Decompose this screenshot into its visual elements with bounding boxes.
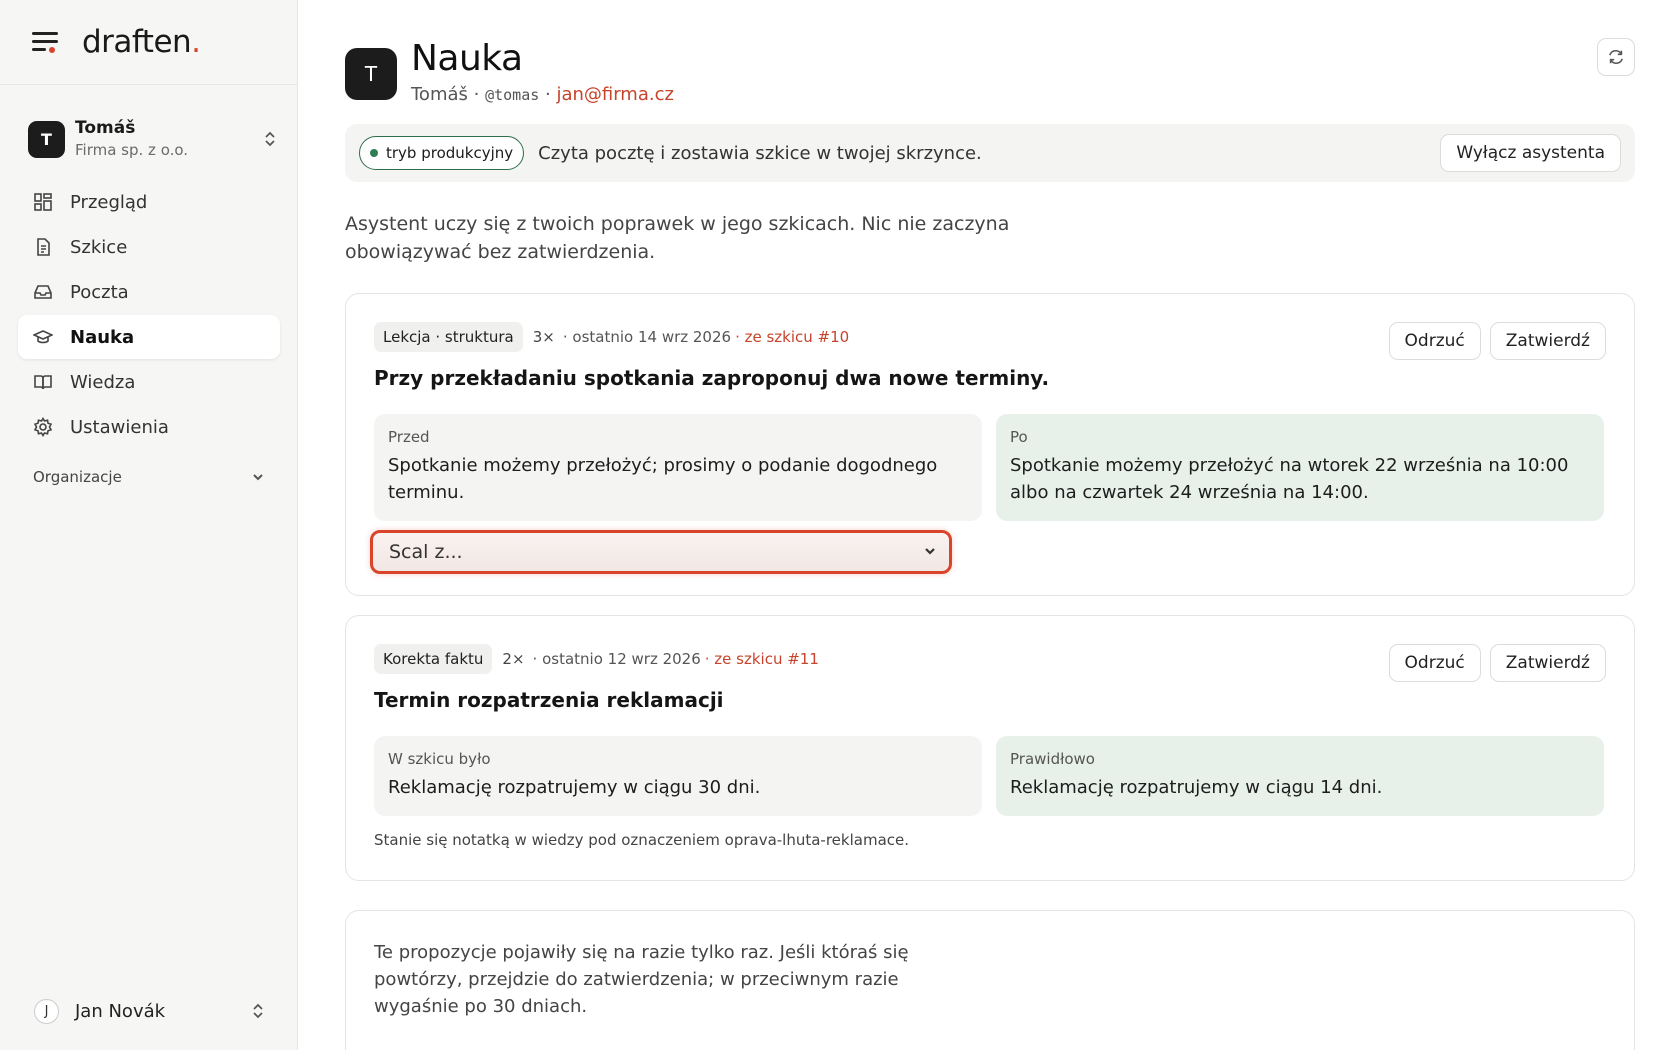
last-seen: · ostatnio 14 wrz 2026 xyxy=(562,328,732,346)
brand-logo[interactable]: draften. xyxy=(82,24,201,60)
before-text: Spotkanie możemy przełożyć; prosimy o po… xyxy=(388,455,938,503)
grid-icon xyxy=(32,191,54,213)
lesson-card: Lekcja · struktura 3× · ostatnio 14 wrz … xyxy=(345,293,1635,596)
profile-handle: @tomas xyxy=(485,86,540,104)
inbox-icon xyxy=(32,281,54,303)
sidebar-item-label: Ustawienia xyxy=(70,416,169,438)
approve-button[interactable]: Zatwierdź xyxy=(1489,644,1606,682)
status-badge: tryb produkcyjny xyxy=(359,136,525,170)
avatar: J xyxy=(34,998,59,1024)
knowledge-note: Stanie się notatką w wiedzy pod oznaczen… xyxy=(374,831,910,849)
chevron-down-icon xyxy=(923,543,937,562)
avatar: T xyxy=(345,48,397,100)
sidebar-item-poczta[interactable]: Poczta xyxy=(18,270,280,314)
card-meta: Korekta faktu 2× · ostatnio 12 wrz 2026 … xyxy=(374,644,819,674)
sidebar-nav: Przegląd Szkice Poczta Nauka Wiedza Usta… xyxy=(18,180,280,450)
intro-text: Asystent uczy się z twoich poprawek w je… xyxy=(345,213,1010,263)
organizations-label: Organizacje xyxy=(33,468,122,486)
sidebar-item-nauka[interactable]: Nauka xyxy=(18,315,280,359)
status-dot xyxy=(370,149,378,157)
workspace-org: Firma sp. z o.o. xyxy=(75,141,189,159)
after-text: Reklamację rozpatrujemy w ciągu 14 dni. xyxy=(1010,777,1383,798)
chevron-updown-icon xyxy=(250,1001,266,1021)
fact-correction-card: Korekta faktu 2× · ostatnio 12 wrz 2026 … xyxy=(345,615,1635,881)
reject-button[interactable]: Odrzuć xyxy=(1388,644,1481,682)
pending-proposals-card: Te propozycje pojawiły się na razie tylk… xyxy=(345,910,1635,1050)
page-header: T Nauka Tomáš · @tomas · jan@firma.cz xyxy=(345,38,1635,108)
lesson-type-tag: Korekta faktu xyxy=(374,644,493,674)
card-actions: Odrzuć Zatwierdź xyxy=(1388,322,1606,360)
page-title: Nauka xyxy=(411,38,523,79)
after-label: Prawidłowo xyxy=(1010,750,1095,768)
occurrence-count: 2× xyxy=(502,650,525,668)
lesson-title: Termin rozpatrzenia reklamacji xyxy=(374,688,724,712)
after-label: Po xyxy=(1010,428,1028,446)
before-text: Reklamację rozpatrujemy w ciągu 30 dni. xyxy=(388,777,761,798)
sidebar-item-wiedza[interactable]: Wiedza xyxy=(18,360,280,404)
book-icon xyxy=(32,371,54,393)
organizations-section[interactable]: Organizacje xyxy=(33,468,265,486)
workspace-name: Tomáš xyxy=(75,118,136,138)
refresh-button[interactable] xyxy=(1597,38,1635,76)
gear-icon xyxy=(32,416,54,438)
sidebar: draften. T Tomáš Firma sp. z o.o. Przegl… xyxy=(0,0,298,1050)
before-panel: Przed Spotkanie możemy przełożyć; prosim… xyxy=(374,414,982,521)
lesson-title: Przy przekładaniu spotkania zaproponuj d… xyxy=(374,366,1050,390)
pending-note: Te propozycje pojawiły się na razie tylk… xyxy=(374,942,909,1017)
before-panel: W szkicu było Reklamację rozpatrujemy w … xyxy=(374,736,982,816)
chevron-down-icon xyxy=(251,470,265,484)
refresh-icon xyxy=(1609,50,1623,64)
user-menu[interactable]: J Jan Novák xyxy=(34,995,266,1027)
sidebar-item-label: Poczta xyxy=(70,281,129,303)
source-draft-link[interactable]: · ze szkicu #11 xyxy=(705,650,819,668)
profile-name: Tomáš xyxy=(411,84,468,105)
before-label: Przed xyxy=(388,428,430,446)
lesson-type-tag: Lekcja · struktura xyxy=(374,322,523,352)
after-panel: Prawidłowo Reklamację rozpatrujemy w cią… xyxy=(996,736,1604,816)
sidebar-item-label: Przegląd xyxy=(70,191,148,213)
sidebar-header: draften. xyxy=(0,0,297,85)
sidebar-item-ustawienia[interactable]: Ustawienia xyxy=(18,405,280,449)
graduation-cap-icon xyxy=(32,326,54,348)
sidebar-item-label: Nauka xyxy=(70,326,135,348)
occurrence-count: 3× xyxy=(532,328,555,346)
reject-button[interactable]: Odrzuć xyxy=(1388,322,1481,360)
before-label: W szkicu było xyxy=(388,750,491,768)
user-name: Jan Novák xyxy=(75,1000,166,1022)
chevron-updown-icon xyxy=(262,129,278,149)
document-icon xyxy=(32,236,54,258)
workspace-avatar: T xyxy=(28,120,65,158)
approve-button[interactable]: Zatwierdź xyxy=(1489,322,1606,360)
menu-icon[interactable] xyxy=(32,30,60,54)
after-panel: Po Spotkanie możemy przełożyć na wtorek … xyxy=(996,414,1604,521)
merge-select-value: Scal z... xyxy=(389,541,463,563)
card-meta: Lekcja · struktura 3× · ostatnio 14 wrz … xyxy=(374,322,849,352)
mode-description: Czyta pocztę i zostawia szkice w twojej … xyxy=(538,142,982,164)
sidebar-item-label: Wiedza xyxy=(70,371,136,393)
main-content: T Nauka Tomáš · @tomas · jan@firma.cz tr… xyxy=(345,0,1635,1050)
merge-select[interactable]: Scal z... xyxy=(370,530,952,574)
card-actions: Odrzuć Zatwierdź xyxy=(1388,644,1606,682)
sidebar-item-szkice[interactable]: Szkice xyxy=(18,225,280,269)
sidebar-item-label: Szkice xyxy=(70,236,128,258)
page-subtitle: Tomáš · @tomas · jan@firma.cz xyxy=(411,84,674,105)
after-text: Spotkanie możemy przełożyć na wtorek 22 … xyxy=(1010,455,1569,503)
workspace-switcher[interactable]: T Tomáš Firma sp. z o.o. xyxy=(28,115,278,163)
source-draft-link[interactable]: · ze szkicu #10 xyxy=(735,328,849,346)
sidebar-item-przeglad[interactable]: Przegląd xyxy=(18,180,280,224)
profile-email[interactable]: jan@firma.cz xyxy=(556,84,674,105)
mode-banner: tryb produkcyjny Czyta pocztę i zostawia… xyxy=(345,124,1635,182)
last-seen: · ostatnio 12 wrz 2026 xyxy=(532,650,701,668)
disable-assistant-button[interactable]: Wyłącz asystenta xyxy=(1440,134,1621,172)
